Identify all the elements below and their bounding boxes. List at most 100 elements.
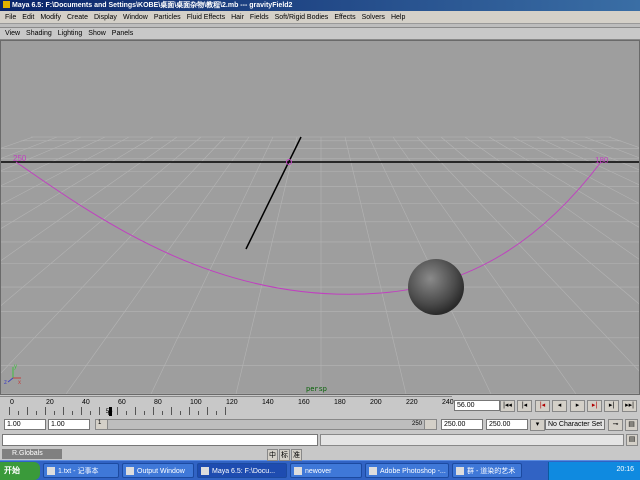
menu-particles[interactable]: Particles	[151, 11, 184, 24]
timeline-tick	[54, 411, 55, 415]
script-editor-icon[interactable]: ▤	[626, 434, 638, 446]
task-newover[interactable]: newover	[290, 463, 362, 478]
current-time-field[interactable]: 56.00	[454, 400, 500, 411]
current-frame-label: 56	[105, 409, 113, 415]
key-icon[interactable]: ⊸	[608, 419, 623, 431]
step-forward-frame-button[interactable]: ▸|	[587, 400, 602, 412]
ime-style-button[interactable]: 标	[279, 449, 290, 461]
timeline-tick-label: 120	[226, 399, 238, 406]
timeline-tick	[153, 407, 154, 415]
start-time-field[interactable]: 1.00	[4, 419, 46, 430]
grid-line	[150, 136, 274, 394]
svg-text:y: y	[14, 364, 17, 370]
menu-modify[interactable]: Modify	[37, 11, 64, 24]
output-window-icon	[126, 467, 134, 475]
grid-line	[1, 136, 130, 205]
grid-line	[464, 136, 639, 260]
photoshop-icon	[369, 467, 377, 475]
timeline-tick	[144, 411, 145, 415]
timeline-tick-label: 220	[406, 399, 418, 406]
step-forward-key-button[interactable]: ▸|	[604, 400, 619, 412]
render-globals-label: R.Globals	[12, 450, 43, 457]
menu-solvers[interactable]: Solvers	[359, 11, 388, 24]
main-menubar: File Edit Modify Create Display Window P…	[0, 11, 640, 24]
play-forwards-button[interactable]: ▸	[570, 400, 585, 412]
menu-window[interactable]: Window	[120, 11, 151, 24]
panel-menu-show[interactable]: Show	[85, 30, 109, 37]
character-set-dropdown-icon[interactable]: ▾	[530, 419, 545, 431]
panel-menu-panels[interactable]: Panels	[109, 30, 136, 37]
character-set-field[interactable]: No Character Set	[545, 419, 605, 430]
timeline-tick-label: 0	[10, 399, 14, 406]
timeline-tick	[18, 411, 19, 415]
viewport-canvas[interactable]: 250 180 y x z persp	[1, 41, 639, 394]
perspective-viewport[interactable]: 250 180 y x z persp	[0, 40, 640, 395]
task-qq-group[interactable]: 群 - 道染的艺术	[452, 463, 522, 478]
qq-icon	[456, 467, 464, 475]
command-line-input[interactable]	[2, 434, 318, 446]
end-time-field[interactable]: 250.00	[486, 419, 528, 430]
z-axis-line	[245, 136, 302, 250]
timeline-tick	[27, 407, 28, 415]
playback-start-field[interactable]: 1.00	[48, 419, 90, 430]
menu-help[interactable]: Help	[388, 11, 408, 24]
timeline-tick	[207, 407, 208, 415]
range-slider[interactable]: 1 250	[95, 419, 437, 430]
range-slider-left-handle[interactable]: 1	[96, 420, 108, 429]
sphere-object[interactable]	[408, 259, 464, 315]
timeline-tick-label: 140	[262, 399, 274, 406]
timeline-tick	[225, 407, 226, 415]
panel-menu-view[interactable]: View	[2, 30, 23, 37]
go-to-start-button[interactable]: |◂◂	[500, 400, 515, 412]
help-line	[0, 448, 640, 460]
grid-line	[65, 136, 250, 394]
motion-path-curve[interactable]	[15, 161, 602, 295]
timeline-tick	[162, 411, 163, 415]
play-backwards-button[interactable]: ◂	[552, 400, 567, 412]
panel-menu-lighting[interactable]: Lighting	[55, 30, 86, 37]
step-back-key-button[interactable]: |◂	[517, 400, 532, 412]
panel-menu-shading[interactable]: Shading	[23, 30, 55, 37]
menu-fields[interactable]: Fields	[247, 11, 272, 24]
system-tray: 20:16	[548, 462, 640, 480]
start-button[interactable]: 开始	[0, 461, 40, 480]
menu-hair[interactable]: Hair	[228, 11, 247, 24]
timeline-tick	[171, 407, 172, 415]
panel-menubar: View Shading Lighting Show Panels	[0, 28, 640, 40]
timeline-tick-label: 80	[154, 399, 162, 406]
timeline-tick	[90, 411, 91, 415]
menu-fluid-effects[interactable]: Fluid Effects	[184, 11, 228, 24]
timeline-tick	[36, 411, 37, 415]
render-globals-tab[interactable]: R.Globals	[2, 449, 62, 459]
timeline-tick	[45, 407, 46, 415]
animation-prefs-icon[interactable]: ▤	[625, 419, 638, 431]
grid-line	[440, 136, 639, 305]
task-output-window[interactable]: Output Window	[122, 463, 194, 478]
menu-create[interactable]: Create	[64, 11, 91, 24]
curve-end-label: 180	[595, 156, 609, 165]
task-photoshop[interactable]: Adobe Photoshop -...	[365, 463, 449, 478]
menu-edit[interactable]: Edit	[19, 11, 37, 24]
grid-line	[1, 136, 34, 149]
folder-icon	[294, 467, 302, 475]
timeline-tick	[63, 407, 64, 415]
ime-mode-button[interactable]: 中	[267, 449, 278, 461]
task-notepad[interactable]: 1.txt - 记事本	[43, 463, 119, 478]
menu-soft-rigid-bodies[interactable]: Soft/Rigid Bodies	[272, 11, 332, 24]
ime-standard-button[interactable]: 准	[291, 449, 302, 461]
menu-file[interactable]: File	[2, 11, 19, 24]
menu-effects[interactable]: Effects	[331, 11, 358, 24]
task-maya[interactable]: Maya 6.5: F:\Docu...	[197, 463, 287, 478]
grid-line	[536, 136, 639, 186]
step-back-frame-button[interactable]: |◂	[535, 400, 550, 412]
time-slider[interactable]: 0 20 40 60 80 100 120 140 160 180 200 220 240 56	[0, 396, 454, 416]
grid-line	[512, 136, 639, 204]
range-slider-right-handle[interactable]	[424, 420, 436, 429]
notepad-icon	[47, 467, 55, 475]
playback-end-field[interactable]: 250.00	[441, 419, 483, 430]
curve-start-label: 250	[13, 154, 27, 163]
grid-line	[1, 136, 154, 229]
go-to-end-button[interactable]: ▸▸|	[622, 400, 637, 412]
command-result-field	[320, 434, 624, 446]
menu-display[interactable]: Display	[91, 11, 120, 24]
